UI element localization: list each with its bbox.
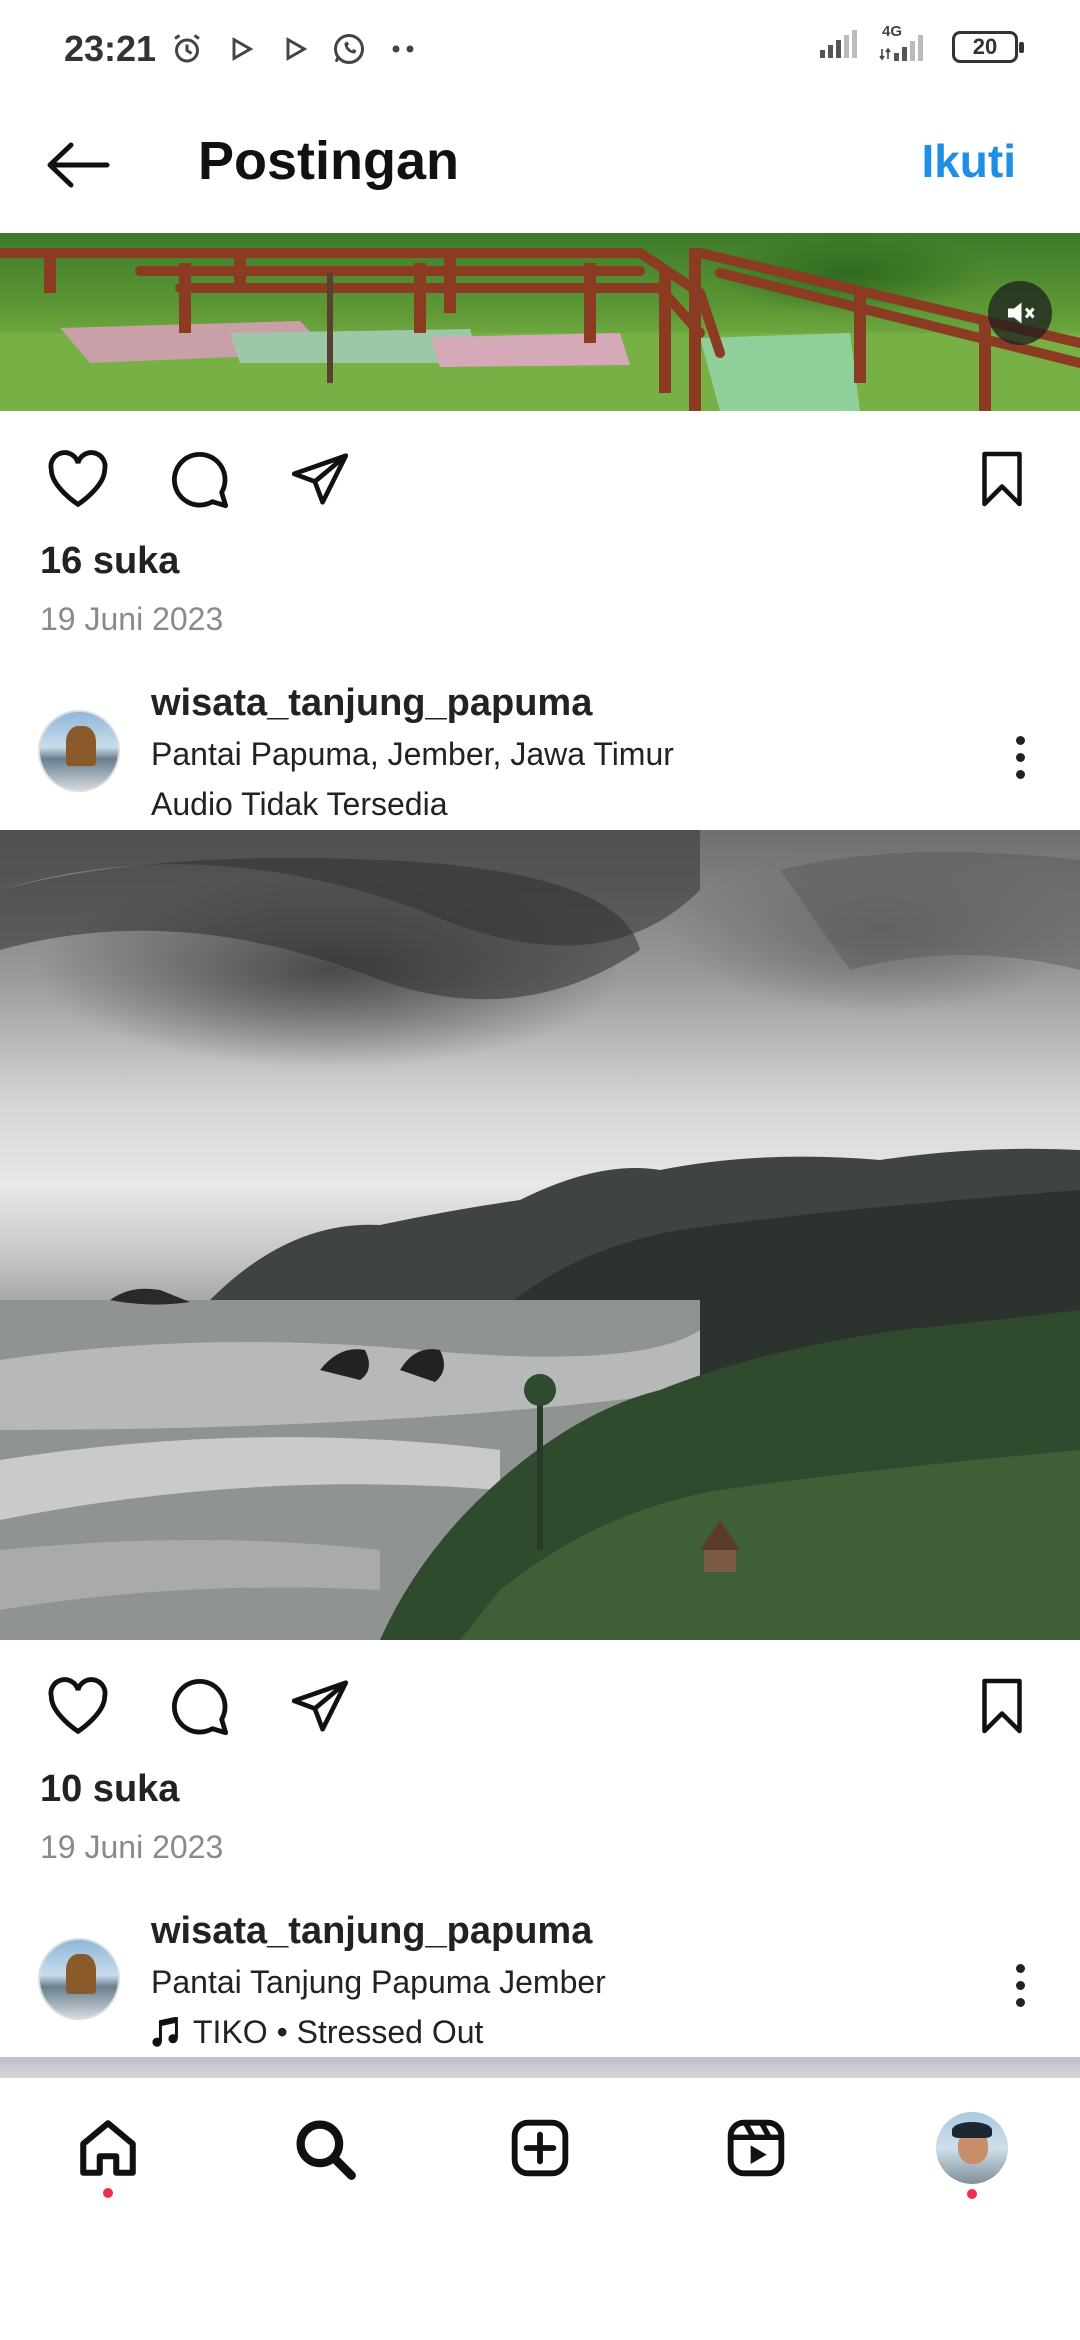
status-notification-icons (168, 30, 422, 68)
like-count[interactable]: 10 suka (40, 1768, 179, 1811)
bookmark-icon (982, 451, 1022, 507)
post-actions (0, 425, 1080, 525)
post-header: wisata_tanjung_papuma Pantai Tanjung Pap… (0, 1910, 1080, 2060)
nav-create[interactable] (500, 2108, 580, 2188)
status-system-icons: 4G 20 (818, 23, 1024, 65)
more-vertical-icon (1015, 735, 1025, 745)
avatar[interactable] (38, 710, 120, 792)
like-button[interactable] (42, 443, 114, 515)
audio-info: Audio Tidak Tersedia (151, 786, 447, 823)
comment-button[interactable] (163, 1670, 235, 1742)
mute-button[interactable] (988, 281, 1052, 345)
more-vertical-icon (1015, 1963, 1025, 1973)
status-time: 23:21 (64, 28, 157, 69)
heart-icon (48, 1677, 108, 1735)
post-date: 19 Juni 2023 (40, 1829, 224, 1865)
nav-home[interactable] (68, 2108, 148, 2188)
more-dots-icon (384, 30, 422, 68)
post-date: 19 Juni 2023 (40, 601, 224, 637)
post-image[interactable] (0, 830, 1080, 1640)
comment-button[interactable] (163, 443, 235, 515)
top-app-bar: Postingan Ikuti (0, 100, 1080, 232)
audio-link[interactable]: TIKO • Stressed Out (151, 2014, 483, 2051)
post-image[interactable] (0, 233, 1080, 411)
share-button[interactable] (284, 443, 356, 515)
bottom-navigation (0, 2078, 1080, 2218)
username[interactable]: wisata_tanjung_papuma (151, 682, 592, 725)
post-actions (0, 1652, 1080, 1752)
alarm-icon (168, 30, 206, 68)
send-icon (291, 453, 349, 505)
send-icon (291, 1680, 349, 1732)
location-link[interactable]: Pantai Papuma, Jember, Jawa Timur (151, 736, 674, 773)
post-image[interactable] (0, 2057, 1080, 2079)
signal-4g-icon: 4G (878, 23, 934, 65)
follow-button[interactable]: Ikuti (921, 134, 1016, 188)
audio-label: Audio Tidak Tersedia (151, 786, 448, 822)
nav-reels[interactable] (716, 2108, 796, 2188)
avatar[interactable] (38, 1938, 120, 2020)
like-count[interactable]: 16 suka (40, 540, 179, 583)
music-note-icon (152, 2016, 178, 2047)
notification-dot (967, 2189, 977, 2199)
notification-dot (103, 2188, 113, 2198)
username[interactable]: wisata_tanjung_papuma (151, 1910, 592, 1953)
location-link[interactable]: Pantai Tanjung Papuma Jember (151, 1964, 606, 2001)
more-options-button[interactable] (1000, 1950, 1040, 2020)
like-button[interactable] (42, 1670, 114, 1742)
audio-label: TIKO • Stressed Out (193, 2014, 484, 2050)
bookmark-icon (982, 1678, 1022, 1734)
arrow-left-icon (47, 142, 110, 188)
post-header: wisata_tanjung_papuma Pantai Papuma, Jem… (0, 682, 1080, 832)
reels-icon (727, 2119, 785, 2177)
play-icon (276, 30, 314, 68)
comment-icon (171, 1678, 229, 1736)
heart-icon (48, 450, 108, 508)
profile-avatar (936, 2112, 1008, 2184)
post-image-art (0, 248, 1080, 411)
play-icon (222, 30, 260, 68)
share-button[interactable] (284, 1670, 356, 1742)
battery-icon: 20 (952, 30, 1024, 63)
home-icon (80, 2120, 136, 2176)
back-button[interactable] (38, 130, 118, 200)
comment-icon (171, 451, 229, 509)
save-button[interactable] (966, 443, 1038, 515)
search-icon (296, 2120, 356, 2180)
status-bar: 23:21 4G 20 (0, 0, 1080, 100)
more-options-button[interactable] (1000, 722, 1040, 792)
nav-profile[interactable] (932, 2108, 1012, 2188)
post-image-art (0, 830, 1080, 1640)
signal-icon (818, 28, 860, 65)
volume-off-icon (1008, 302, 1035, 324)
page-title: Postingan (198, 131, 460, 191)
nav-search[interactable] (284, 2108, 364, 2188)
save-button[interactable] (966, 1670, 1038, 1742)
create-icon (511, 2119, 569, 2177)
whatsapp-icon (330, 30, 368, 68)
